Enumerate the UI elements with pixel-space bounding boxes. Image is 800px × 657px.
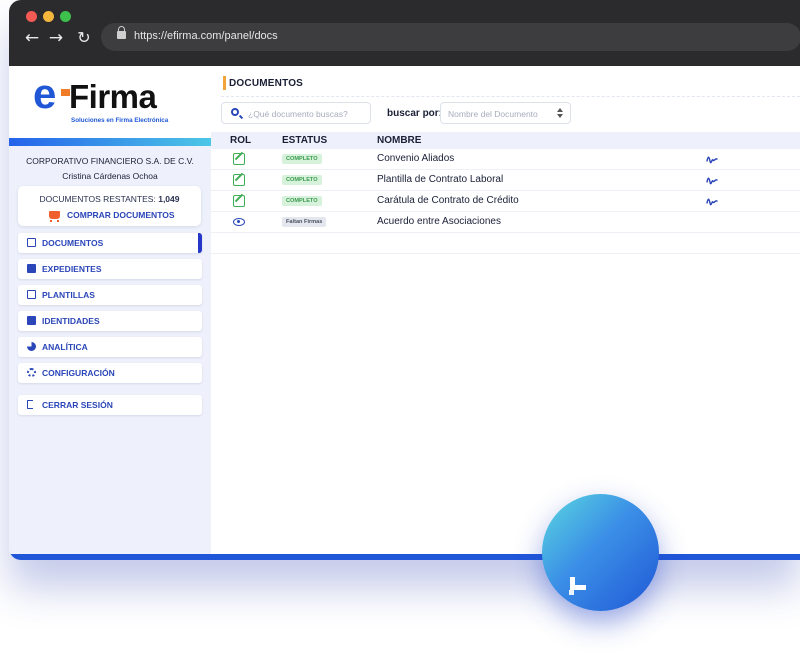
sidebar-item-label: EXPEDIENTES	[42, 264, 102, 274]
signature-icon[interactable]	[706, 176, 718, 185]
logo-e: e	[33, 70, 56, 117]
divider	[221, 96, 800, 97]
filter-select[interactable]: Nombre del Documento	[440, 102, 571, 124]
accent-stripe	[9, 138, 211, 146]
status-badge: Faltan Firmas	[282, 217, 327, 227]
credits-card: DOCUMENTOS RESTANTES: 1,049 COMPRAR DOCU…	[18, 186, 201, 226]
document-name[interactable]: Acuerdo entre Asociaciones	[377, 216, 501, 227]
sidebar-item-configuracion[interactable]: CONFIGURACIÓN	[18, 363, 202, 383]
documents-icon	[27, 238, 36, 247]
close-window-button[interactable]	[26, 11, 37, 22]
edit-icon[interactable]	[233, 195, 245, 207]
remaining-count: 1,049	[158, 194, 180, 204]
sidebar-item-label: CONFIGURACIÓN	[42, 368, 115, 378]
sidebar-item-plantillas[interactable]: PLANTILLAS	[18, 285, 202, 305]
minimize-window-button[interactable]	[43, 11, 54, 22]
title-accent	[223, 76, 226, 90]
sidebar-item-label: DOCUMENTOS	[42, 238, 104, 248]
sidebar-item-analitica[interactable]: ANALÍTICA	[18, 337, 202, 357]
cart-icon	[49, 211, 60, 222]
signature-icon[interactable]	[706, 155, 718, 164]
sidebar-item-label: ANALÍTICA	[42, 342, 88, 352]
id-card-icon	[27, 316, 36, 325]
document-name[interactable]: Plantilla de Contrato Laboral	[377, 174, 503, 185]
url-text[interactable]: https://efirma.com/panel/docs	[134, 30, 278, 42]
archive-icon	[27, 264, 36, 273]
user-name: Cristina Cárdenas Ochoa	[62, 171, 158, 181]
edit-icon	[27, 290, 36, 299]
app-content: e Firma Soluciones en Firma Electrónica …	[9, 66, 800, 560]
maximize-window-button[interactable]	[60, 11, 71, 22]
logo[interactable]: e Firma Soluciones en Firma Electrónica	[9, 66, 211, 138]
status-badge: COMPLETO	[282, 154, 322, 164]
logout-button[interactable]: CERRAR SESIÓN	[18, 395, 202, 415]
browser-window: ← → ↻ https://efirma.com/panel/docs e Fi…	[9, 0, 800, 560]
browser-toolbar: ← → ↻ https://efirma.com/panel/docs	[9, 0, 800, 66]
buy-documents-button[interactable]: COMPRAR DOCUMENTOS	[49, 210, 175, 222]
remaining-documents: DOCUMENTOS RESTANTES: 1,049	[18, 194, 201, 204]
forward-arrow-icon[interactable]: →	[46, 28, 66, 48]
search-box[interactable]	[221, 102, 371, 124]
filter-value: Nombre del Documento	[448, 109, 538, 119]
gears-icon	[27, 368, 36, 377]
table-row[interactable]: COMPLETO Plantilla de Contrato Laboral	[211, 170, 800, 191]
document-name[interactable]: Convenio Aliados	[377, 153, 454, 164]
sidebar-item-label: PLANTILLAS	[42, 290, 95, 300]
updown-arrows-icon	[557, 107, 564, 119]
logout-label: CERRAR SESIÓN	[42, 400, 113, 410]
document-name[interactable]: Carátula de Contrato de Crédito	[377, 195, 519, 206]
column-header-nombre[interactable]: NOMBRE	[377, 135, 421, 146]
logout-icon	[27, 400, 33, 409]
column-header-estatus[interactable]: ESTATUS	[282, 135, 327, 146]
main-panel: DOCUMENTOS buscar por: Nombre del Docume…	[211, 66, 800, 560]
remaining-label: DOCUMENTOS RESTANTES:	[39, 194, 156, 204]
sidebar: e Firma Soluciones en Firma Electrónica …	[9, 66, 211, 560]
logo-name: Firma	[69, 78, 157, 115]
logo-tagline: Soluciones en Firma Electrónica	[71, 117, 169, 124]
table-row[interactable]: Faltan Firmas Acuerdo entre Asociaciones	[211, 212, 800, 233]
back-arrow-icon[interactable]: ←	[22, 28, 42, 48]
company-name: CORPORATIVO FINANCIERO S.A. DE C.V.	[26, 156, 194, 166]
table-row-empty	[211, 233, 800, 254]
filter-label: buscar por:	[387, 108, 443, 119]
buy-documents-label: COMPRAR DOCUMENTOS	[67, 210, 175, 220]
decorative-bubble	[542, 494, 659, 611]
sidebar-item-expedientes[interactable]: EXPEDIENTES	[18, 259, 202, 279]
page-title: DOCUMENTOS	[229, 78, 304, 89]
eye-icon[interactable]	[233, 218, 245, 226]
search-input[interactable]	[248, 107, 366, 120]
pie-chart-icon	[27, 342, 36, 351]
table-row[interactable]: COMPLETO Convenio Aliados	[211, 149, 800, 170]
table-row[interactable]: COMPLETO Carátula de Contrato de Crédito	[211, 191, 800, 212]
address-bar[interactable]: https://efirma.com/panel/docs	[101, 23, 800, 51]
search-icon	[231, 108, 239, 116]
column-header-rol[interactable]: ROL	[230, 135, 251, 146]
edit-icon[interactable]	[233, 153, 245, 165]
reload-icon[interactable]: ↻	[74, 28, 94, 48]
bottom-band	[9, 554, 800, 560]
sidebar-item-label: IDENTIDADES	[42, 316, 100, 326]
sidebar-item-documentos[interactable]: DOCUMENTOS	[18, 233, 202, 253]
table-header: ROL ESTATUS NOMBRE	[211, 132, 800, 149]
status-badge: COMPLETO	[282, 196, 322, 206]
brand-mark-icon	[569, 577, 586, 595]
signature-icon[interactable]	[706, 197, 718, 206]
status-badge: COMPLETO	[282, 175, 322, 185]
lock-icon	[117, 26, 126, 39]
sidebar-item-identidades[interactable]: IDENTIDADES	[18, 311, 202, 331]
edit-icon[interactable]	[233, 174, 245, 186]
